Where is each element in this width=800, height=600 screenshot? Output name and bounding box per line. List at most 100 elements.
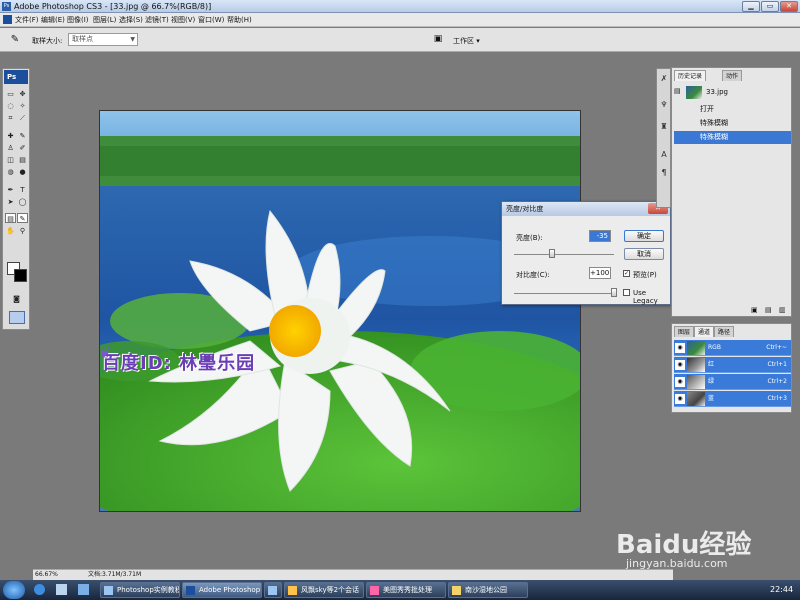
path-select-icon[interactable]: ➤ [5, 197, 16, 207]
eye-icon[interactable]: ◉ [675, 360, 685, 370]
cancel-button[interactable]: 取消 [624, 248, 664, 260]
taskbar-item[interactable]: 风飘sky等2个会话 [284, 582, 364, 598]
snapshot-label: 33.jpg [706, 88, 728, 96]
gradient-tool-icon[interactable]: ▤ [17, 155, 28, 165]
hand-tool-icon[interactable]: ✋ [5, 226, 16, 236]
system-tray[interactable] [704, 585, 764, 595]
brush-tool-icon[interactable]: ✎ [17, 131, 28, 141]
history-item-selected[interactable]: 特殊模糊 [674, 131, 791, 144]
channel-shortcut: Ctrl+3 [767, 395, 787, 402]
screen-mode-icon[interactable] [9, 311, 25, 324]
channel-row[interactable]: ◉ 红 Ctrl+1 [674, 357, 791, 373]
eyedropper-tool-icon[interactable]: ✎ [17, 213, 28, 223]
tab-paths[interactable]: 路径 [714, 326, 735, 337]
channel-row[interactable]: ◉ 蓝 Ctrl+3 [674, 391, 791, 407]
sample-size-value: 取样点 [72, 35, 93, 43]
show-desktop-icon[interactable] [78, 584, 89, 595]
new-snapshot-icon[interactable]: ▣ [751, 306, 758, 314]
menu-image[interactable]: 图像(I) [67, 15, 89, 25]
shape-tool-icon[interactable]: ◯ [17, 197, 28, 207]
ps-menu-icon[interactable] [3, 15, 12, 24]
eraser-tool-icon[interactable]: ◫ [5, 155, 16, 165]
folder-icon [452, 586, 461, 595]
history-item[interactable]: 特殊模糊 [674, 117, 791, 130]
menu-layer[interactable]: 图层(L) [93, 15, 116, 25]
baidu-jingyan-url: jingyan.baidu.com [626, 557, 728, 570]
menu-help[interactable]: 帮助(H) [227, 15, 252, 25]
menu-select[interactable]: 选择(S) [119, 15, 143, 25]
maximize-button[interactable]: ▭ [761, 1, 779, 12]
brightness-slider[interactable] [549, 249, 556, 258]
canvas-watermark-text: 百度ID: 林璺乐园 [102, 353, 256, 374]
taskbar-item[interactable]: 南沙湿地公园 [448, 582, 528, 598]
tab-history[interactable]: 历史记录 [674, 70, 707, 81]
character-icon[interactable]: A [658, 149, 670, 161]
eye-icon[interactable]: ◉ [675, 343, 685, 353]
trash-icon[interactable]: ▥ [779, 306, 786, 314]
blur-tool-icon[interactable]: ◍ [5, 167, 16, 177]
move-tool-icon[interactable]: ✥ [17, 89, 28, 99]
history-item[interactable]: 打开 [674, 103, 791, 116]
ok-button[interactable]: 确定 [624, 230, 664, 242]
marquee-tool-icon[interactable]: ▭ [5, 89, 16, 99]
explorer-icon[interactable] [56, 584, 67, 595]
quick-mask-icon[interactable]: ◙ [11, 294, 22, 304]
channel-row[interactable]: ◉ 绿 Ctrl+2 [674, 374, 791, 390]
menu-view[interactable]: 视图(V) [171, 15, 195, 25]
preview-checkbox[interactable]: ✓ [623, 270, 630, 277]
document-canvas[interactable]: 百度ID: 林璺乐园 ❦ [99, 110, 581, 512]
history-brush-icon[interactable]: ✐ [17, 143, 28, 153]
sample-size-select[interactable]: 取样点 ▼ [68, 33, 138, 46]
menu-window[interactable]: 窗口(W) [198, 15, 224, 25]
status-bar: 66.67% 文档:3.71M/3.71M [33, 569, 673, 580]
taskbar-item[interactable] [264, 582, 282, 598]
chevron-down-icon: ▼ [130, 36, 135, 43]
channel-name: 蓝 [708, 395, 715, 402]
zoom-tool-icon[interactable]: ⚲ [17, 226, 28, 236]
taskbar-item[interactable]: 美图秀秀批处理 [366, 582, 446, 598]
taskbar-item[interactable]: Photoshop实例教程... [100, 582, 180, 598]
use-legacy-checkbox[interactable] [623, 289, 630, 296]
tools-preset-icon[interactable]: ✗ [658, 73, 670, 85]
menu-file[interactable]: 文件(F) [15, 15, 39, 25]
contrast-input[interactable]: +100 [589, 267, 611, 279]
magic-wand-icon[interactable]: ✧ [17, 101, 28, 111]
close-button[interactable]: ✕ [780, 1, 798, 12]
channel-name: RGB [708, 344, 721, 351]
dodge-tool-icon[interactable]: ● [17, 167, 28, 177]
brushes-icon[interactable]: ♆ [658, 99, 670, 111]
lasso-tool-icon[interactable]: ◌ [5, 101, 16, 111]
eye-icon[interactable]: ◉ [675, 377, 685, 387]
zoom-level[interactable]: 66.67% [35, 570, 58, 580]
slice-tool-icon[interactable]: ⟋ [17, 113, 28, 123]
workspace-button[interactable]: 工作区 ▾ [453, 36, 480, 46]
eyedropper-icon[interactable]: ✎ [8, 33, 22, 47]
background-color-swatch[interactable] [14, 269, 27, 282]
paragraph-icon[interactable]: ¶ [658, 167, 670, 179]
palette-well-icon[interactable]: ▣ [431, 34, 445, 46]
taskbar-item-active[interactable]: Adobe Photoshop ... [182, 582, 262, 598]
clone-stamp-icon[interactable]: ♙ [5, 143, 16, 153]
pen-tool-icon[interactable]: ✒ [5, 185, 16, 195]
document-size: 文档:3.71M/3.71M [88, 571, 142, 578]
minimize-button[interactable]: ▁ [742, 1, 760, 12]
contrast-slider[interactable] [611, 288, 617, 297]
notes-tool-icon[interactable]: ▤ [5, 213, 16, 223]
eye-icon[interactable]: ◉ [675, 394, 685, 404]
crop-tool-icon[interactable]: ⌗ [5, 113, 16, 123]
healing-brush-icon[interactable]: ✚ [5, 131, 16, 141]
brightness-input[interactable]: -35 [589, 230, 611, 242]
tab-channels[interactable]: 通道 [694, 326, 715, 337]
menu-edit[interactable]: 编辑(E) [41, 15, 65, 25]
clone-source-icon[interactable]: ♜ [658, 121, 670, 133]
tab-actions[interactable]: 动作 [722, 70, 743, 81]
type-tool-icon[interactable]: T [17, 185, 28, 195]
history-snapshot[interactable]: ▤ 33.jpg [674, 86, 791, 100]
channel-row[interactable]: ◉ RGB Ctrl+~ [674, 340, 791, 356]
browser-icon[interactable] [34, 584, 45, 595]
menu-filter[interactable]: 滤镜(T) [145, 15, 169, 25]
tab-layers[interactable]: 图层 [674, 326, 695, 337]
channel-name: 绿 [708, 378, 715, 385]
start-button[interactable] [3, 581, 25, 599]
new-document-icon[interactable]: ▤ [765, 306, 772, 314]
